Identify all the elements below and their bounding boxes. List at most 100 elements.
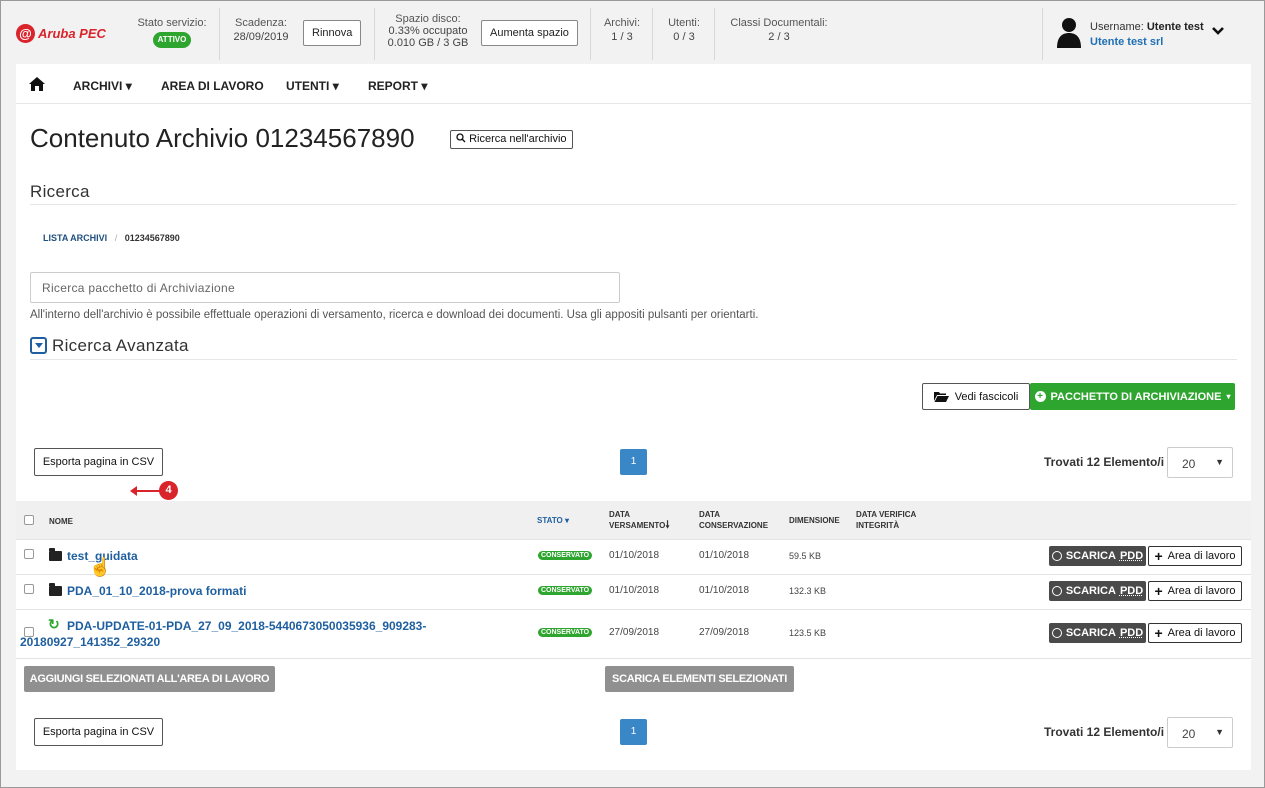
col-data-conservazione[interactable]: DATA CONSERVAZIONE <box>699 509 768 531</box>
pdd-label: PDD <box>1119 550 1144 562</box>
aruba-logo-icon: @ <box>16 24 35 43</box>
download-selected-button[interactable]: SCARICA ELEMENTI SELEZIONATI <box>605 666 794 692</box>
row-name-line: PDA-UPDATE-01-PDA_27_09_2018-54406730500… <box>67 619 427 633</box>
users-count: Utenti: 0 / 3 <box>660 16 708 44</box>
select-all-checkbox[interactable] <box>24 515 34 525</box>
caret-down-icon: ▾ <box>1226 392 1231 401</box>
divider <box>16 539 1251 540</box>
increase-space-button[interactable]: Aumenta spazio <box>481 20 578 46</box>
package-search-input[interactable] <box>30 272 620 303</box>
nav-report[interactable]: REPORT ▾ <box>368 79 427 93</box>
nav-area-di-lavoro[interactable]: AREA DI LAVORO <box>161 79 264 93</box>
nav-report-label: REPORT <box>368 79 419 93</box>
download-pdd-button[interactable]: SCARICA PDD <box>1049 546 1146 566</box>
breadcrumb-root-link[interactable]: LISTA ARCHIVI <box>43 233 107 243</box>
page-number-bottom[interactable]: 1 <box>620 719 647 745</box>
page-number-top[interactable]: 1 <box>620 449 647 475</box>
col-label-line: DATA <box>609 510 631 519</box>
chevron-down-icon[interactable] <box>1212 26 1224 36</box>
main-panel: ARCHIVI ▾ AREA DI LAVORO UTENTI ▾ REPORT… <box>16 64 1251 770</box>
col-label-line: DATA VERIFICA <box>856 510 917 519</box>
document-classes-value: 2 / 3 <box>768 31 790 43</box>
archive-package-dropdown-button[interactable]: + PACCHETTO DI ARCHIVIAZIONE ▾ <box>1030 383 1235 410</box>
service-status: Stato servizio: ATTIVO <box>132 16 212 48</box>
download-pdd-button[interactable]: SCARICA PDD <box>1049 581 1146 601</box>
archives-value: 1 / 3 <box>611 31 633 43</box>
download-icon <box>1051 551 1062 561</box>
logo-text: Aruba PEC <box>38 26 106 41</box>
cell-data-versamento: 27/09/2018 <box>609 627 660 638</box>
top-bar: @ Aruba PEC Stato servizio: ATTIVO Scade… <box>2 2 1263 64</box>
view-dossiers-button[interactable]: Vedi fascicoli <box>922 383 1030 410</box>
hand-pointer-cursor-icon: ☝ <box>89 557 112 577</box>
cell-dimensione: 132.3 KB <box>789 586 827 596</box>
table-header: NOME STATO ▾ DATA VERSAMENTO🠗 DATA CONSE… <box>16 501 1251 539</box>
divider <box>30 359 1237 360</box>
caret-down-icon: ▾ <box>421 79 428 93</box>
users-value: 0 / 3 <box>673 31 695 43</box>
cell-data-conservazione: 01/10/2018 <box>699 585 750 596</box>
home-icon[interactable] <box>28 76 46 92</box>
export-csv-button-top[interactable]: Esporta pagina in CSV <box>34 448 163 476</box>
divider <box>652 8 653 60</box>
row-name-link[interactable]: PDA-UPDATE-01-PDA_27_09_2018-54406730500… <box>20 618 427 650</box>
company-name: Utente test srl <box>1090 36 1164 48</box>
username-line: Username: Utente test <box>1090 20 1204 35</box>
user-info[interactable]: Username: Utente test Utente test srl <box>1090 20 1204 50</box>
page-size-select-top[interactable]: 20 ▼ <box>1167 447 1233 478</box>
archives-count: Archivi: 1 / 3 <box>598 16 646 44</box>
add-to-workspace-button[interactable]: + Area di lavoro <box>1148 623 1242 643</box>
advanced-search-toggle-icon[interactable] <box>30 337 47 354</box>
caret-down-icon: ▾ <box>125 79 132 93</box>
archive-package-label: PACCHETTO DI ARCHIVIAZIONE <box>1050 390 1222 403</box>
expiry-date: 28/09/2019 <box>233 31 289 43</box>
row-name-link[interactable]: PDA_01_10_2018-prova formati <box>67 583 246 599</box>
folder-open-icon <box>933 392 949 402</box>
pdd-label: PDD <box>1119 627 1144 639</box>
nav-archivi[interactable]: ARCHIVI ▾ <box>73 79 132 93</box>
help-text: All'interno dell'archivio è possibile ef… <box>30 309 759 321</box>
folder-icon <box>49 583 62 596</box>
folder-icon <box>49 548 62 561</box>
divider <box>1042 8 1043 60</box>
sort-down-arrow-icon: 🠗 <box>665 520 670 531</box>
col-dimensione[interactable]: DIMENSIONE <box>789 515 840 526</box>
results-count-top: Trovati 12 Elemento/i <box>1044 455 1165 469</box>
nav-utenti[interactable]: UTENTI ▾ <box>286 79 339 93</box>
cell-data-versamento: 01/10/2018 <box>609 550 660 561</box>
disk-space-label: Spazio disco: <box>395 13 461 25</box>
download-label: SCARICA <box>1065 550 1116 562</box>
download-label: SCARICA <box>1065 585 1116 597</box>
add-to-workspace-button[interactable]: + Area di lavoro <box>1148 546 1242 566</box>
col-label-line: DATA <box>699 510 721 519</box>
archives-label: Archivi: <box>603 17 641 29</box>
aruba-pec-logo[interactable]: @ Aruba PEC <box>16 24 106 43</box>
download-pdd-button[interactable]: SCARICA PDD <box>1049 623 1146 643</box>
page-size-select-bottom[interactable]: 20 ▼ <box>1167 717 1233 748</box>
nav-archivi-label: ARCHIVI <box>73 79 123 93</box>
export-csv-button-bottom[interactable]: Esporta pagina in CSV <box>34 718 163 746</box>
caret-down-icon: ▾ <box>332 79 339 93</box>
cell-dimensione: 123.5 KB <box>789 628 827 638</box>
cell-data-versamento: 01/10/2018 <box>609 585 660 596</box>
add-to-workspace-button[interactable]: + Area di lavoro <box>1148 581 1242 601</box>
add-selected-to-workspace-button[interactable]: AGGIUNGI SELEZIONATI ALL'AREA DI LAVORO <box>24 666 275 692</box>
results-count-bottom: Trovati 12 Elemento/i <box>1044 725 1165 739</box>
expiry-info: Scadenza: 28/09/2019 <box>226 16 296 44</box>
renew-button[interactable]: Rinnova <box>303 20 362 46</box>
col-data-verifica[interactable]: DATA VERIFICA INTEGRITÀ <box>856 509 916 531</box>
disk-space-percent: 0.33% occupato <box>388 25 468 37</box>
col-label-line: VERSAMENTO🠗 <box>609 520 670 531</box>
col-nome[interactable]: NOME <box>49 516 73 527</box>
plus-circle-icon: + <box>1034 391 1046 402</box>
col-data-versamento[interactable]: DATA VERSAMENTO🠗 <box>609 509 670 531</box>
row-checkbox[interactable] <box>24 584 34 594</box>
document-classes-label: Classi Documentali: <box>730 17 828 29</box>
col-stato[interactable]: STATO ▾ <box>537 515 569 526</box>
search-in-archive-button[interactable]: Ricerca nell'archivio <box>450 130 573 149</box>
row-checkbox[interactable] <box>24 549 34 559</box>
advanced-search-title[interactable]: Ricerca Avanzata <box>52 336 189 356</box>
download-label: SCARICA <box>1065 627 1116 639</box>
app-frame: @ Aruba PEC Stato servizio: ATTIVO Scade… <box>0 0 1265 788</box>
username-value: Utente test <box>1146 21 1204 33</box>
